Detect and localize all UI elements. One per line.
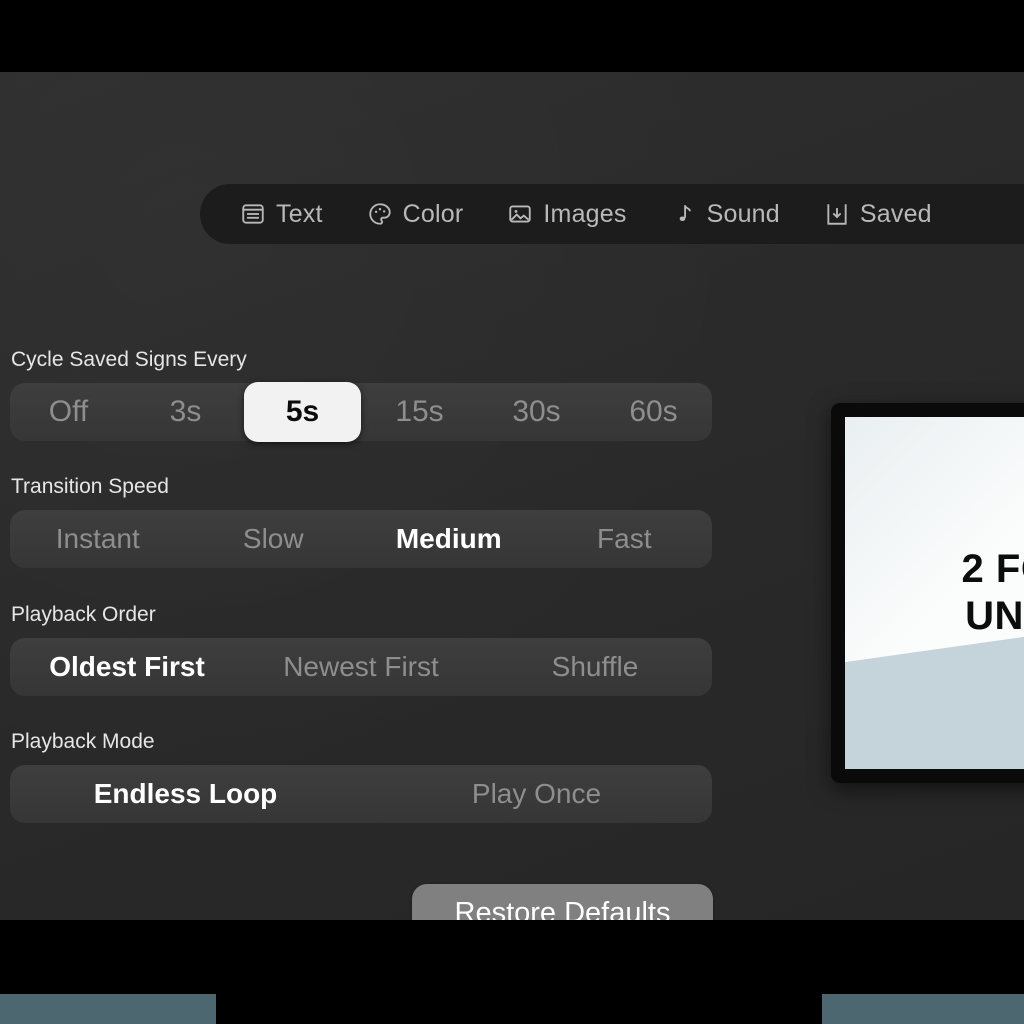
setting-group-playback-order: Playback Order Oldest First Newest First… (10, 603, 712, 696)
tab-sound[interactable]: Sound (649, 191, 802, 237)
group-label: Transition Speed (11, 475, 169, 498)
tab-label: Images (543, 199, 627, 228)
setting-group-cycle: Cycle Saved Signs Every Off 3s 5s 15s 30… (10, 348, 712, 442)
text-lines-icon (240, 201, 266, 227)
tab-label: Text (276, 199, 323, 228)
segment-option-fast[interactable]: Fast (537, 510, 713, 568)
bottom-accent-bar-left (0, 994, 216, 1024)
segment-option-off[interactable]: Off (10, 383, 127, 441)
setting-group-playback-mode: Playback Mode Endless Loop Play Once (10, 730, 712, 823)
segment-option-30s[interactable]: 30s (478, 383, 595, 441)
sign-text-line-2: UNT (965, 594, 1024, 638)
restore-defaults-label: Restore Defaults (454, 897, 671, 920)
segment-option-5s[interactable]: 5s (244, 382, 361, 442)
segmented-control-cycle[interactable]: Off 3s 5s 15s 30s 60s (10, 382, 712, 442)
segment-option-play-once[interactable]: Play Once (361, 765, 712, 823)
tab-label: Saved (859, 199, 932, 228)
group-label: Playback Mode (11, 730, 155, 753)
restore-defaults-button[interactable]: Restore Defaults (412, 884, 713, 920)
settings-panel: Text Color Images Sound Saved Cycle Save… (0, 72, 1024, 920)
sign-text-line-1: 2 FO (961, 546, 1024, 591)
segment-option-60s[interactable]: 60s (595, 383, 712, 441)
setting-group-transition-speed: Transition Speed Instant Slow Medium Fas… (10, 475, 712, 568)
sign-preview-text: 2 FO UNT (962, 546, 1024, 640)
sign-preview-frame[interactable]: 2 FO UNT (831, 403, 1024, 783)
segmented-control-playback-order[interactable]: Oldest First Newest First Shuffle (10, 638, 712, 696)
palette-icon (367, 201, 393, 227)
segment-option-endless-loop[interactable]: Endless Loop (10, 765, 361, 823)
tab-saved[interactable]: Saved (802, 191, 954, 237)
tab-text[interactable]: Text (218, 191, 345, 237)
sign-preview-canvas: 2 FO UNT (845, 417, 1024, 769)
app-screenshot: Text Color Images Sound Saved Cycle Save… (0, 0, 1024, 1024)
bottom-accent-bar-right (822, 994, 1024, 1024)
tab-bar: Text Color Images Sound Saved (200, 184, 1024, 244)
segment-option-15s[interactable]: 15s (361, 383, 478, 441)
segment-option-medium[interactable]: Medium (361, 510, 537, 568)
segment-option-newest-first[interactable]: Newest First (244, 638, 478, 696)
segment-option-instant[interactable]: Instant (10, 510, 186, 568)
tab-label: Sound (706, 199, 780, 228)
tab-color[interactable]: Color (345, 191, 486, 237)
tab-images[interactable]: Images (485, 191, 648, 237)
segment-option-slow[interactable]: Slow (186, 510, 362, 568)
image-icon (507, 201, 533, 227)
segment-option-3s[interactable]: 3s (127, 383, 244, 441)
group-label: Playback Order (11, 603, 156, 626)
tab-label: Color (402, 199, 464, 228)
segment-option-shuffle[interactable]: Shuffle (478, 638, 712, 696)
segment-option-oldest-first[interactable]: Oldest First (10, 638, 244, 696)
segmented-control-transition-speed[interactable]: Instant Slow Medium Fast (10, 510, 712, 568)
save-download-icon (824, 201, 850, 227)
music-note-icon (671, 201, 697, 227)
group-label: Cycle Saved Signs Every (11, 348, 247, 371)
segmented-control-playback-mode[interactable]: Endless Loop Play Once (10, 765, 712, 823)
